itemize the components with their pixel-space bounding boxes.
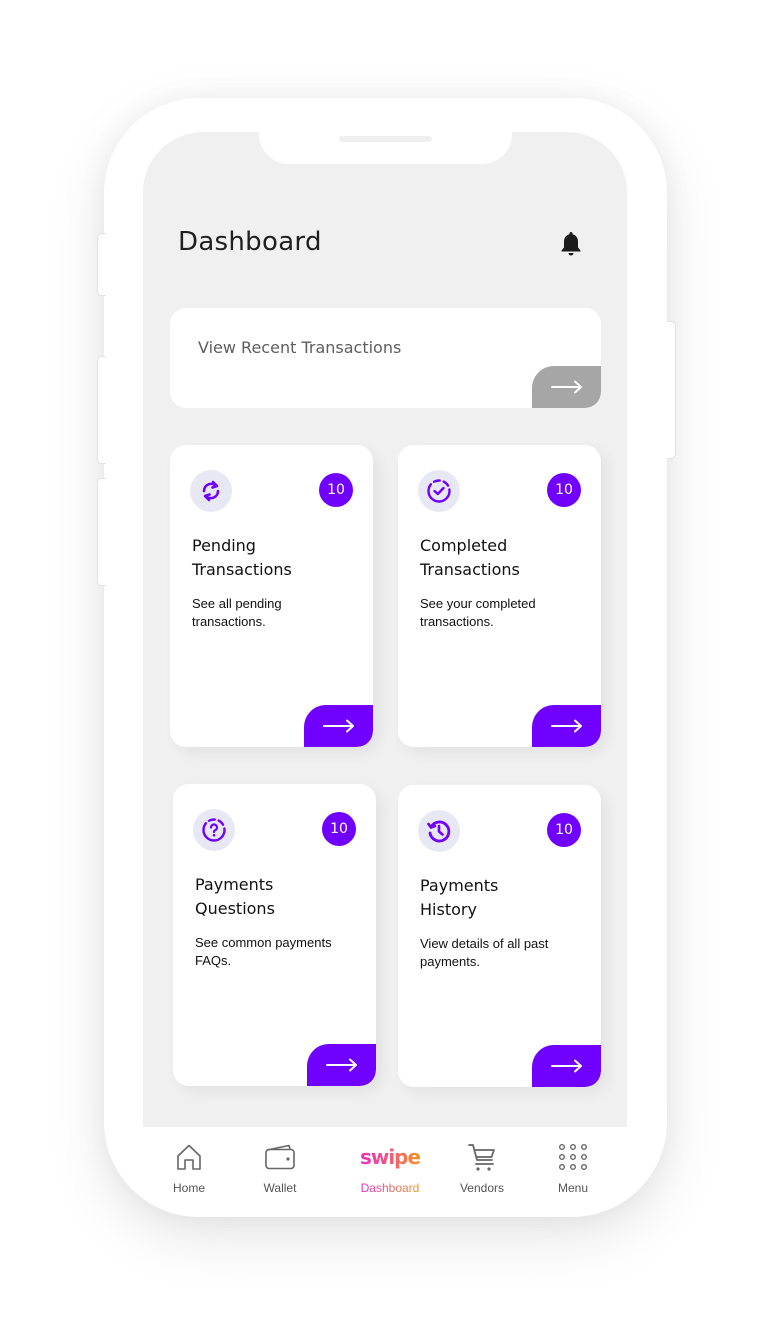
count-badge: 10 <box>547 473 581 507</box>
card-title-line: Completed <box>420 536 508 555</box>
nav-label: Menu <box>557 1181 589 1195</box>
bottom-nav: Home Wallet swipe Dashboard Vendors Menu <box>143 1127 627 1207</box>
recent-transactions-label: View Recent Transactions <box>198 338 402 357</box>
completed-transactions-button[interactable] <box>532 705 601 747</box>
home-icon <box>176 1141 202 1173</box>
volume-up-button <box>97 356 106 464</box>
card-title-line: History <box>420 900 477 919</box>
card-title: Pending Transactions <box>192 534 362 582</box>
nav-item-vendors[interactable]: Vendors <box>442 1141 522 1195</box>
card-title: Completed Transactions <box>420 534 590 582</box>
bell-icon[interactable] <box>559 230 583 258</box>
count-badge: 10 <box>319 473 353 507</box>
card-title-line: Transactions <box>420 560 520 579</box>
payments-questions-card[interactable]: 10 Payments Questions See common payment… <box>173 784 376 1086</box>
recent-transactions-card[interactable]: View Recent Transactions <box>170 308 601 408</box>
arrow-right-icon <box>550 380 582 394</box>
arrow-right-icon <box>322 719 354 733</box>
nav-label: Wallet <box>263 1181 297 1195</box>
nav-item-menu[interactable]: Menu <box>533 1141 613 1195</box>
nav-item-dashboard[interactable]: swipe Dashboard <box>350 1141 430 1195</box>
nav-label: Home <box>172 1181 205 1195</box>
pending-transactions-card[interactable]: 10 Pending Transactions See all pending … <box>170 445 373 747</box>
refresh-icon <box>190 470 232 512</box>
history-icon <box>418 810 460 852</box>
arrow-right-icon <box>550 719 582 733</box>
card-title: Payments History <box>420 874 590 922</box>
nav-item-home[interactable]: Home <box>149 1141 229 1195</box>
card-title-line: Payments <box>420 876 499 895</box>
nav-label: Vendors <box>459 1181 505 1195</box>
volume-down-button <box>97 478 106 586</box>
card-description: View details of all past payments. <box>420 936 549 969</box>
card-description: See common payments FAQs. <box>195 935 332 968</box>
arrow-right-icon <box>325 1058 357 1072</box>
count-badge: 10 <box>547 813 581 847</box>
card-title: Payments Questions <box>195 873 365 921</box>
power-button <box>667 321 676 459</box>
swipe-logo: swipe <box>359 1141 421 1173</box>
question-circle-icon <box>193 809 235 851</box>
cart-icon <box>467 1141 497 1173</box>
card-title-line: Pending <box>192 536 256 555</box>
mute-switch <box>97 233 106 296</box>
swipe-logo-text: swipe <box>359 1145 421 1169</box>
nav-item-wallet[interactable]: Wallet <box>240 1141 320 1195</box>
arrow-right-icon <box>550 1059 582 1073</box>
completed-transactions-card[interactable]: 10 Completed Transactions See your compl… <box>398 445 601 747</box>
speaker <box>339 136 432 142</box>
card-title-line: Payments <box>195 875 274 894</box>
payments-questions-button[interactable] <box>307 1044 376 1086</box>
payments-history-button[interactable] <box>532 1045 601 1087</box>
page-title: Dashboard <box>178 227 322 257</box>
notch <box>259 132 512 164</box>
count-badge: 10 <box>322 812 356 846</box>
card-title-line: Transactions <box>192 560 292 579</box>
card-description: See your completed transactions. <box>420 596 536 629</box>
nav-label: Dashboard <box>360 1181 420 1195</box>
app-screen: Dashboard View Recent Transactions 10 Pe… <box>143 132 627 1127</box>
card-description: See all pending transactions. <box>192 596 282 629</box>
recent-transactions-button[interactable] <box>532 366 601 408</box>
pending-transactions-button[interactable] <box>304 705 373 747</box>
card-title-line: Questions <box>195 899 275 918</box>
grid-icon <box>557 1141 589 1173</box>
payments-history-card[interactable]: 10 Payments History View details of all … <box>398 785 601 1087</box>
check-circle-icon <box>418 470 460 512</box>
wallet-icon <box>264 1141 296 1173</box>
